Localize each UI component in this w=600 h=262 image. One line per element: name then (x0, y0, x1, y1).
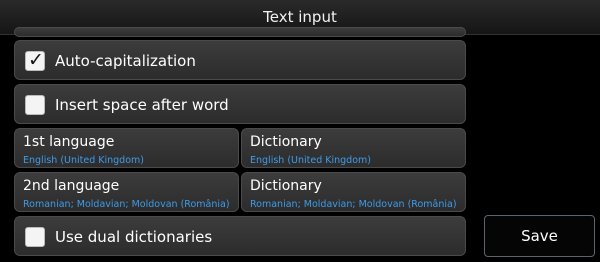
dual-dictionaries-label: Use dual dictionaries (55, 228, 213, 246)
second-dictionary-cell[interactable]: Dictionary Romanian; Moldavian; Moldovan… (241, 172, 466, 212)
insert-space-row[interactable]: Insert space after word (14, 84, 466, 124)
settings-list: ✓ Auto-capitalization Insert space after… (0, 27, 470, 262)
insert-space-checkbox[interactable] (25, 95, 45, 115)
dual-dictionaries-checkbox[interactable] (25, 227, 45, 247)
insert-space-label: Insert space after word (55, 96, 229, 114)
second-dictionary-value: Romanian; Moldavian; Moldovan (România) (250, 199, 457, 210)
second-dictionary-title: Dictionary (250, 178, 322, 194)
first-language-cell[interactable]: 1st language English (United Kingdom) (14, 128, 239, 168)
first-language-value: English (United Kingdom) (23, 155, 144, 166)
auto-capitalization-label: Auto-capitalization (55, 52, 196, 70)
first-dictionary-value: English (United Kingdom) (250, 155, 371, 166)
second-language-cell[interactable]: 2nd language Romanian; Moldavian; Moldov… (14, 172, 239, 212)
first-dictionary-title: Dictionary (250, 134, 322, 150)
list-item-clipped (14, 27, 466, 37)
first-dictionary-cell[interactable]: Dictionary English (United Kingdom) (241, 128, 466, 168)
auto-capitalization-row[interactable]: ✓ Auto-capitalization (14, 40, 466, 80)
second-language-value: Romanian; Moldavian; Moldovan (România) (23, 199, 230, 210)
auto-capitalization-checkbox[interactable]: ✓ (25, 49, 45, 71)
first-language-title: 1st language (23, 134, 115, 150)
dual-dictionaries-row[interactable]: Use dual dictionaries (14, 216, 466, 256)
second-language-title: 2nd language (23, 178, 120, 194)
save-button[interactable]: Save (484, 215, 595, 257)
checkmark-icon: ✓ (28, 49, 44, 71)
